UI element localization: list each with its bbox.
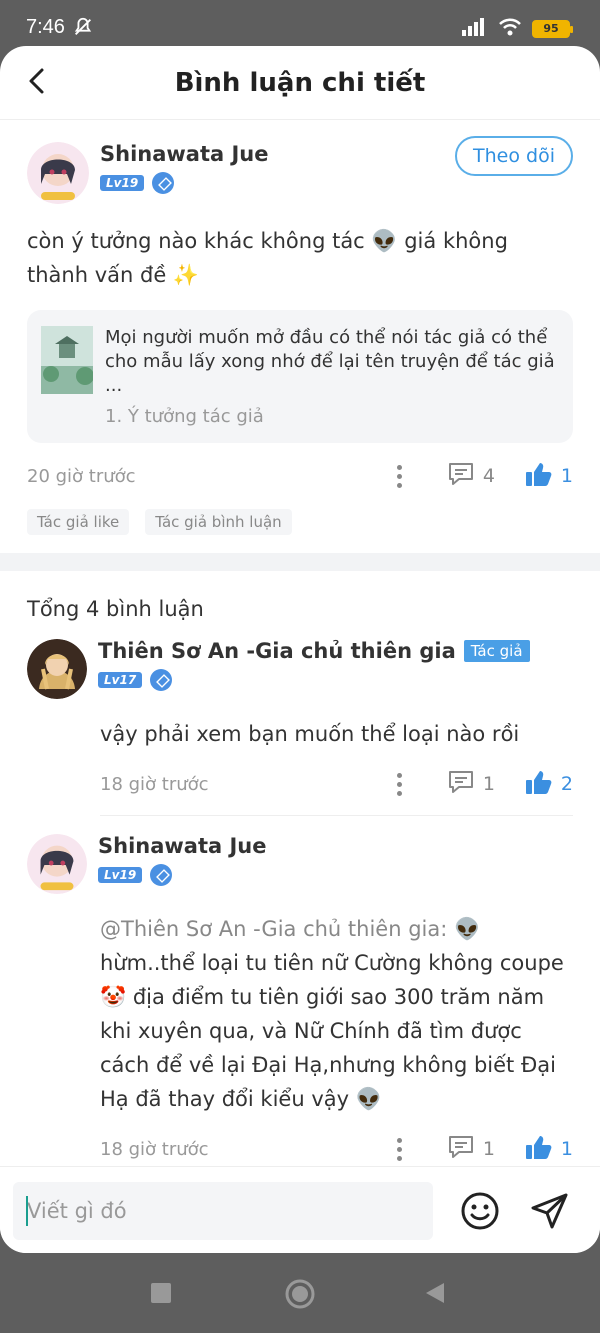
page-title: Bình luận chi tiết xyxy=(174,68,426,98)
follow-button[interactable]: Theo dõi xyxy=(455,136,573,176)
more-options-icon[interactable] xyxy=(397,1137,403,1161)
tag-author-liked: Tác giả like xyxy=(27,509,130,535)
reply-button[interactable]: 4 xyxy=(447,461,495,491)
avatar[interactable] xyxy=(27,142,89,204)
section-divider xyxy=(0,553,600,571)
diamond-badge-icon xyxy=(150,864,173,886)
like-count: 1 xyxy=(560,465,573,487)
comment-input[interactable] xyxy=(13,1182,433,1240)
text-caret xyxy=(26,1196,28,1226)
reply-item: Shinawata Jue Lv19 @Thiên Sơ An -Gia chủ… xyxy=(0,834,600,1181)
thumbs-up-icon xyxy=(525,769,553,799)
reply-text: vậy phải xem bạn muốn thể loại nào rồi xyxy=(100,722,520,746)
reply-button[interactable]: 1 xyxy=(447,1134,495,1164)
more-options-icon[interactable] xyxy=(397,464,403,488)
story-thumbnail xyxy=(41,326,94,394)
more-options-icon[interactable] xyxy=(397,772,403,796)
reply-item: Thiên Sơ An -Gia chủ thiên gia Tác giả L… xyxy=(0,639,600,816)
avatar[interactable] xyxy=(27,834,87,894)
recent-apps-icon[interactable] xyxy=(151,1283,171,1303)
username[interactable]: Shinawata Jue xyxy=(100,142,269,166)
reply-separator xyxy=(100,815,573,816)
quote-chapter: 1. Ý tưởng tác giả xyxy=(105,406,264,427)
comment-input-bar xyxy=(0,1166,600,1253)
comment-icon xyxy=(447,461,475,491)
like-button[interactable]: 2 xyxy=(525,769,573,799)
thumbs-up-icon xyxy=(525,1134,553,1164)
like-count: 1 xyxy=(560,1138,573,1160)
author-badge: Tác giả xyxy=(463,640,530,662)
total-comments-label: Tổng 4 bình luận xyxy=(27,597,204,621)
comment-icon xyxy=(447,1134,475,1164)
comment-icon xyxy=(447,769,475,799)
status-time: 7:46 xyxy=(26,16,65,38)
mute-icon xyxy=(72,16,94,42)
quote-text: Mọi người muốn mở đầu có thể nói tác giả… xyxy=(105,327,555,396)
home-icon[interactable] xyxy=(285,1279,315,1309)
back-icon[interactable] xyxy=(424,1281,446,1309)
reply-time: 18 giờ trước xyxy=(100,1138,209,1160)
comment-text: còn ý tưởng nào khác không tác 👽 giá khô… xyxy=(27,229,508,287)
level-badge: Lv19 xyxy=(100,175,145,191)
reply-count: 4 xyxy=(482,465,495,487)
level-badge: Lv19 xyxy=(98,867,143,883)
like-button[interactable]: 1 xyxy=(525,461,573,491)
reply-text: @Thiên Sơ An -Gia chủ thiên gia: 👽 hừm..… xyxy=(100,917,564,1111)
signal-icon xyxy=(462,18,488,40)
level-badge: Lv17 xyxy=(98,672,143,688)
reply-time: 18 giờ trước xyxy=(100,773,209,795)
system-navbar xyxy=(0,1253,600,1333)
quoted-story-card[interactable]: Mọi người muốn mở đầu có thể nói tác giả… xyxy=(27,310,573,443)
tag-author-commented: Tác giả bình luận xyxy=(145,509,292,535)
diamond-badge-icon xyxy=(152,172,175,194)
username[interactable]: Thiên Sơ An -Gia chủ thiên gia xyxy=(98,639,456,663)
like-button[interactable]: 1 xyxy=(525,1134,573,1164)
like-count: 2 xyxy=(560,773,573,795)
comment-input-box[interactable] xyxy=(13,1182,433,1240)
main-comment: Shinawata Jue Lv19 Theo dõi còn ý tưởng … xyxy=(0,120,600,535)
comment-detail-sheet: Bình luận chi tiết Shinawata Jue Lv19 Th… xyxy=(0,46,600,1253)
thumbs-up-icon xyxy=(525,461,553,491)
comment-time: 20 giờ trước xyxy=(27,465,136,487)
send-icon[interactable] xyxy=(530,1191,570,1231)
header: Bình luận chi tiết xyxy=(0,46,600,120)
mention[interactable]: @Thiên Sơ An -Gia chủ thiên gia: xyxy=(100,917,447,941)
battery-icon: 95 xyxy=(532,20,573,38)
wifi-icon xyxy=(498,18,522,40)
reply-button[interactable]: 1 xyxy=(447,769,495,799)
reply-count: 1 xyxy=(482,773,495,795)
diamond-badge-icon xyxy=(150,669,173,691)
emoji-icon[interactable] xyxy=(460,1191,500,1231)
username[interactable]: Shinawata Jue xyxy=(98,834,267,858)
reply-count: 1 xyxy=(482,1138,495,1160)
avatar[interactable] xyxy=(27,639,87,699)
